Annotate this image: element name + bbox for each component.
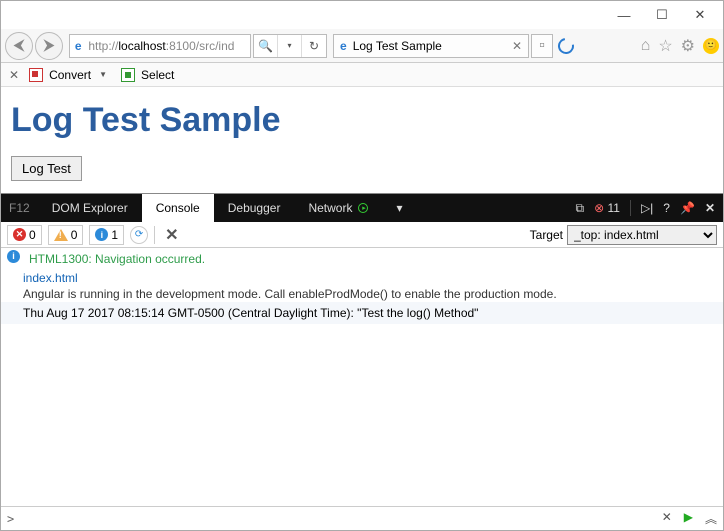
tab-dom-explorer[interactable]: DOM Explorer (38, 194, 142, 222)
errors-filter[interactable]: ✕ 0 (7, 225, 42, 245)
divider (154, 226, 155, 244)
error-count[interactable]: ⊗ 11 (594, 201, 620, 215)
toolbar-close-button[interactable]: ✕ (5, 68, 23, 82)
tab-debugger[interactable]: Debugger (214, 194, 295, 222)
console-input[interactable] (18, 512, 661, 526)
feedback-icon[interactable]: 🙂 (703, 38, 719, 54)
convert-button[interactable]: Convert (49, 68, 91, 82)
warning-icon (54, 229, 68, 241)
home-icon[interactable]: ⌂ (641, 37, 651, 55)
step-icon[interactable]: ▷| (641, 201, 653, 215)
address-controls: 🔍 ▾ ↻ (253, 34, 327, 58)
forward-button[interactable]: ⮞ (35, 32, 63, 60)
favorites-icon[interactable]: ☆ (658, 36, 672, 56)
console-message: Thu Aug 17 2017 08:15:14 GMT-0500 (Centr… (23, 304, 478, 322)
clear-console-button[interactable]: ✕ (161, 225, 182, 245)
search-button[interactable]: 🔍 (254, 35, 278, 57)
window-minimize-button[interactable]: — (605, 1, 643, 29)
devtools-panel: F12 DOM Explorer Console Debugger Networ… (1, 193, 723, 530)
window-maximize-button[interactable]: ☐ (643, 1, 681, 29)
clear-input-icon[interactable]: ✕ (662, 510, 672, 527)
tab-network[interactable]: Network (294, 194, 382, 222)
convert-icon (29, 68, 43, 82)
devtools-tabs: F12 DOM Explorer Console Debugger Networ… (1, 194, 723, 222)
settings-icon[interactable]: ⚙ (681, 36, 695, 56)
console-message: Angular is running in the development mo… (23, 286, 723, 302)
pdf-toolbar: ✕ Convert ▼ Select (1, 63, 723, 87)
console-output[interactable]: i HTML1300: Navigation occurred. index.h… (1, 248, 723, 506)
info-icon: i (7, 250, 20, 263)
preserve-log-button[interactable]: ⟳ (130, 226, 148, 244)
help-icon[interactable]: ? (663, 201, 670, 215)
tab-title: Log Test Sample (353, 39, 442, 53)
ie-icon: e (70, 39, 86, 53)
emulation-icon[interactable]: ⧉ (575, 201, 584, 216)
convert-dropdown-icon[interactable]: ▼ (99, 70, 107, 79)
log-test-button[interactable]: Log Test (11, 156, 82, 181)
edge-icon (555, 34, 577, 56)
console-row: Thu Aug 17 2017 08:15:14 GMT-0500 (Centr… (1, 302, 723, 324)
select-button[interactable]: Select (141, 68, 174, 82)
url-text[interactable]: http://localhost:8100/src/ind (86, 39, 250, 53)
tab-close-icon[interactable]: ✕ (512, 39, 522, 53)
tab-console[interactable]: Console (142, 194, 214, 222)
console-input-row: > ✕ ▶ ︽ (1, 506, 723, 530)
separator (630, 200, 631, 216)
prompt-icon: > (7, 512, 14, 526)
run-icon[interactable]: ▶ (684, 510, 693, 527)
address-bar[interactable]: e http://localhost:8100/src/ind (69, 34, 251, 58)
info-icon: i (95, 228, 108, 241)
warnings-filter[interactable]: 0 (48, 225, 84, 245)
ie-tab-icon: e (340, 39, 347, 53)
browser-nav-bar: ⮜ ⮞ e http://localhost:8100/src/ind 🔍 ▾ … (1, 29, 723, 63)
window-titlebar: — ☐ ✕ (1, 1, 723, 29)
back-button[interactable]: ⮜ (5, 32, 33, 60)
console-toolbar: ✕ 0 0 i 1 ⟳ ✕ Target _top: index.html (1, 222, 723, 248)
devtools-right-controls: ⧉ ⊗ 11 ▷| ? 📌 ✕ (567, 194, 723, 222)
console-source-link[interactable]: index.html (23, 270, 723, 286)
target-label: Target (530, 228, 563, 242)
new-tab-button[interactable]: ▫ (531, 34, 553, 58)
edge-button[interactable] (555, 34, 577, 58)
browser-toolbar-right: ⌂ ☆ ⚙ 🙂 (641, 36, 719, 56)
console-row: i HTML1300: Navigation occurred. (1, 248, 723, 270)
devtools-close-icon[interactable]: ✕ (705, 201, 715, 215)
error-icon: ✕ (13, 228, 26, 241)
page-heading: Log Test Sample (11, 101, 713, 140)
select-icon (121, 68, 135, 82)
search-dropdown[interactable]: ▾ (278, 35, 302, 57)
target-select[interactable]: _top: index.html (567, 225, 717, 245)
expand-input-icon[interactable]: ︽ (705, 510, 717, 527)
window-close-button[interactable]: ✕ (681, 1, 719, 29)
pin-icon[interactable]: 📌 (680, 201, 695, 215)
browser-tab[interactable]: e Log Test Sample ✕ (333, 34, 529, 58)
page-content: Log Test Sample Log Test (1, 87, 723, 193)
f12-label: F12 (1, 194, 38, 222)
tab-overflow[interactable]: ▾ (382, 194, 416, 222)
refresh-button[interactable]: ↻ (302, 35, 326, 57)
info-filter[interactable]: i 1 (89, 225, 124, 245)
network-record-icon (358, 203, 368, 213)
